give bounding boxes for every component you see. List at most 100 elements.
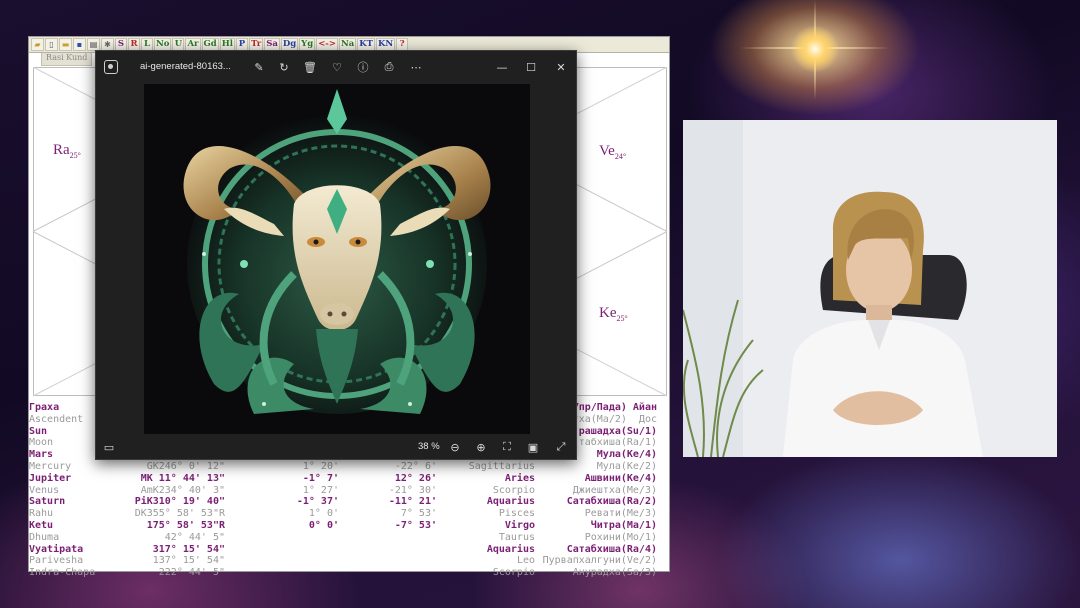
cell-speed: 0° 0' xyxy=(308,519,339,531)
cell-longitude: 222° 44' 5" xyxy=(158,567,225,579)
close-icon[interactable]: ✕ xyxy=(550,57,572,77)
cell-longitude: 42° 44' 5" xyxy=(164,531,225,543)
zoom-level: 38 % xyxy=(418,441,440,452)
fullscreen-icon[interactable]: ⤢ xyxy=(552,438,570,456)
delete-icon[interactable]: 🗑 xyxy=(301,58,319,76)
cell-zodiac-sign: Taurus xyxy=(498,531,535,543)
save-icon[interactable]: ▪ xyxy=(73,38,86,51)
cell-zodiac-sign: Aquarius xyxy=(486,543,535,555)
cell-planet-name: Ascendent xyxy=(29,413,84,425)
cell-zodiac-sign: Leo xyxy=(516,555,535,567)
zoom-in-icon[interactable]: ⊕ xyxy=(472,438,490,456)
cell-nakshatra: Сатабхиша(Ra/2) xyxy=(566,496,657,508)
new-chart-icon[interactable]: ▰ xyxy=(31,38,44,51)
chart-planet-venus: Ve24° xyxy=(599,143,627,161)
cell-speed: 1° 0' xyxy=(308,508,339,520)
more-icon[interactable]: ⋯ xyxy=(407,58,425,76)
cell-longitude: GK246° 0' 12" xyxy=(146,460,225,472)
new-document-icon[interactable]: ▯ xyxy=(45,38,58,51)
print-icon[interactable]: ⎙ xyxy=(380,58,398,76)
edit-icon[interactable]: ✎ xyxy=(250,58,268,76)
chart-planet-rahu: Ra25° xyxy=(53,142,81,160)
cell-longitude: AmK234° 40' 3" xyxy=(140,484,225,496)
cell-planet-name: Mercury xyxy=(29,460,72,472)
table-row[interactable]: Venus AmK234° 40' 3" 1° 27' -21° 30' Scorpio… xyxy=(29,485,669,497)
photos-app-icon xyxy=(104,60,118,74)
cell-speed: -1° 37' xyxy=(296,496,339,508)
favorite-icon[interactable]: ♡ xyxy=(328,58,346,76)
star-flare xyxy=(790,26,840,72)
cell-declination: -11° 21' xyxy=(388,496,437,508)
table-row[interactable]: Ketu 175° 58' 53"R 0° 0' -7° 53' Virgo Читра(… xyxy=(29,520,669,532)
cell-zodiac-sign: Scorpio xyxy=(492,567,535,579)
chart-tab[interactable]: Rasi Kund xyxy=(41,53,93,66)
cell-zodiac-sign: Aries xyxy=(504,472,535,484)
cell-zodiac-sign: Pisces xyxy=(498,508,535,520)
cell-planet-name: Jupiter xyxy=(29,472,72,484)
cell-nakshatra: Ашвини(Ke/4) xyxy=(584,472,657,484)
viewer-titlebar: ai-generated-80163... ✎ ↻ 🗑 ♡ ⓘ ⎙ ⋯ — ☐ … xyxy=(96,51,576,83)
cell-longitude: DK355° 58' 53"R xyxy=(134,508,225,520)
cell-planet-name: Indra-Chapa xyxy=(29,567,96,579)
cell-declination: -21° 30' xyxy=(388,484,437,496)
viewer-bottombar: ▭ 38 % ⊖ ⊕ ⛶ ▣ ⤢ xyxy=(96,435,576,459)
presenter-video xyxy=(683,120,1057,457)
cell-planet-name: Saturn xyxy=(29,496,66,508)
cell-longitude: 137° 15' 54" xyxy=(152,555,225,567)
cell-zodiac-sign: Aquarius xyxy=(486,496,535,508)
info-icon[interactable]: ⓘ xyxy=(354,58,372,76)
maximize-icon[interactable]: ☐ xyxy=(520,57,542,77)
cell-nakshatra: Ревати(Me/3) xyxy=(584,508,657,520)
zoom-out-icon[interactable]: ⊖ xyxy=(446,438,464,456)
cell-planet-name: Vyatipata xyxy=(29,543,84,555)
table-row[interactable]: Dhuma 42° 44' 5" Taurus Рохини(Mo/1) xyxy=(29,532,669,544)
cell-zodiac-sign: Sagittarius xyxy=(468,460,535,472)
minimize-icon[interactable]: — xyxy=(491,57,513,77)
cell-planet-name: Rahu xyxy=(29,508,54,520)
cell-longitude: 317° 15' 54" xyxy=(152,543,225,555)
webcam-overlay xyxy=(683,120,1057,457)
fit-to-window-icon[interactable]: ⛶ xyxy=(498,438,516,456)
cell-nakshatra: Читра(Ma/1) xyxy=(590,519,657,531)
chart-planet-ketu: Ke25° xyxy=(599,305,628,323)
cell-speed: 1° 20' xyxy=(302,460,339,472)
cell-longitude: PiK310° 19' 40" xyxy=(134,496,225,508)
cell-declination: 7° 53' xyxy=(400,508,437,520)
header-name: Граха xyxy=(29,402,60,413)
viewer-filename: ai-generated-80163... xyxy=(140,61,231,72)
cell-zodiac-sign: Scorpio xyxy=(492,484,535,496)
cell-planet-name: Dhuma xyxy=(29,531,60,543)
table-row[interactable]: Mercury GK246° 0' 12" 1° 20' -22° 6' Sagitta… xyxy=(29,461,669,473)
cell-zodiac-sign: Virgo xyxy=(504,519,535,531)
table-row[interactable]: Jupiter MK 11° 44' 13" -1° 7' 12° 26' Aries А… xyxy=(29,473,669,485)
cell-nakshatra: Джиештха(Me/3) xyxy=(572,484,657,496)
cell-declination: -22° 6' xyxy=(394,460,437,472)
cell-longitude: 175° 58' 53"R xyxy=(146,519,225,531)
actual-size-icon[interactable]: ▣ xyxy=(524,438,542,456)
table-row[interactable]: Vyatipata 317° 15' 54" Aquarius Сатабхиша(R… xyxy=(29,544,669,556)
rotate-icon[interactable]: ↻ xyxy=(275,58,293,76)
cell-speed: 1° 27' xyxy=(302,484,339,496)
table-row[interactable]: Rahu DK355° 58' 53"R 1° 0' 7° 53' Pisces Рева… xyxy=(29,508,669,520)
goat-illustration xyxy=(144,84,530,434)
cell-planet-name: Venus xyxy=(29,484,60,496)
cell-nakshatra: Мула(Ke/2) xyxy=(596,460,657,472)
table-row[interactable]: Parivesha 137° 15' 54" Leo Пурвапхалгуни(Ve… xyxy=(29,555,669,567)
table-row[interactable]: Indra-Chapa 222° 44' 5" Scorpio Анурадха(Sa… xyxy=(29,567,669,579)
cell-planet-name: Ketu xyxy=(29,519,54,531)
filmstrip-icon[interactable]: ▭ xyxy=(100,438,118,456)
open-folder-icon[interactable]: ▬ xyxy=(59,38,72,51)
cell-planet-name: Mars xyxy=(29,449,54,461)
cell-planet-name: Sun xyxy=(29,425,48,437)
table-row[interactable]: Saturn PiK310° 19' 40" -1° 37' -11° 21' Aqua… xyxy=(29,496,669,508)
cell-nakshatra: Сатабхиша(Ra/4) xyxy=(566,543,657,555)
cell-declination: -7° 53' xyxy=(394,519,437,531)
cell-declination: 12° 26' xyxy=(394,472,437,484)
cell-nakshatra: Анурадха(Sa/3) xyxy=(572,567,657,579)
cell-nakshatra: Рохини(Mo/1) xyxy=(584,531,657,543)
capricorn-artwork[interactable] xyxy=(144,84,530,434)
cell-speed: -1° 7' xyxy=(302,472,339,484)
cell-nakshatra: Пурвапхалгуни(Ve/2) xyxy=(542,555,657,567)
cell-planet-name: Parivesha xyxy=(29,555,84,567)
photo-viewer-window: ai-generated-80163... ✎ ↻ 🗑 ♡ ⓘ ⎙ ⋯ — ☐ … xyxy=(95,50,577,460)
